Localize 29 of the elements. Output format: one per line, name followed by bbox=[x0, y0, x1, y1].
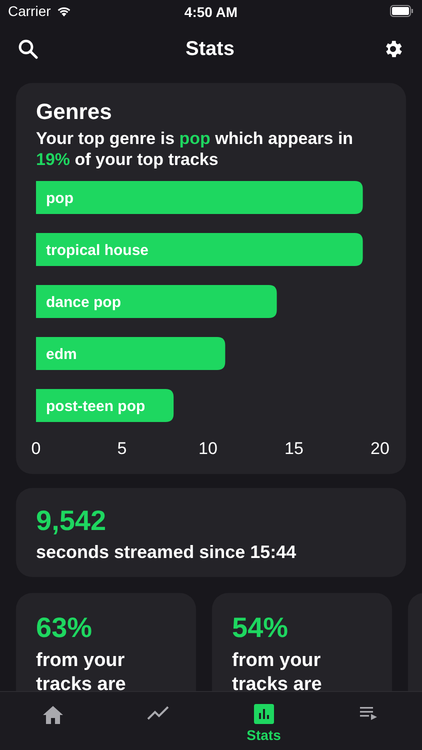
stream-count: 9,542 bbox=[36, 504, 108, 538]
search-icon bbox=[18, 39, 38, 59]
bar-label: tropical house bbox=[46, 242, 149, 259]
bar-chart-icon bbox=[254, 704, 274, 724]
axis-tick: 20 bbox=[370, 439, 390, 458]
screen-title: Stats bbox=[186, 38, 234, 60]
stream-caption: seconds streamed since 15:44 bbox=[36, 542, 298, 563]
bar-label: dance pop bbox=[46, 294, 122, 311]
carrier-label: Carrier bbox=[8, 3, 51, 19]
stat-caption: from your tracks are bbox=[232, 649, 323, 691]
axis-tick: 15 bbox=[284, 439, 304, 458]
battery-icon bbox=[390, 5, 414, 17]
card-title: Genres bbox=[36, 99, 113, 125]
axis-tick: 5 bbox=[117, 439, 127, 458]
stat-value: 63% bbox=[36, 611, 94, 645]
axis-tick: 0 bbox=[31, 439, 41, 458]
genre-summary: Your top genre is pop which appears in 19% of your top tracks bbox=[36, 128, 354, 170]
wifi-icon bbox=[56, 5, 72, 17]
home-icon bbox=[42, 706, 63, 724]
queue-icon bbox=[360, 706, 378, 720]
axis-tick: 10 bbox=[198, 439, 218, 458]
search-button[interactable] bbox=[18, 39, 38, 59]
bar-label: post-teen pop bbox=[46, 398, 146, 415]
status-time: 4:50 AM bbox=[184, 4, 238, 20]
bar-label: edm bbox=[46, 346, 77, 363]
trend-icon bbox=[147, 706, 170, 720]
stat-value: 54% bbox=[232, 611, 290, 645]
stat-caption: from your tracks are bbox=[36, 649, 127, 691]
bar-label: pop bbox=[46, 190, 74, 207]
